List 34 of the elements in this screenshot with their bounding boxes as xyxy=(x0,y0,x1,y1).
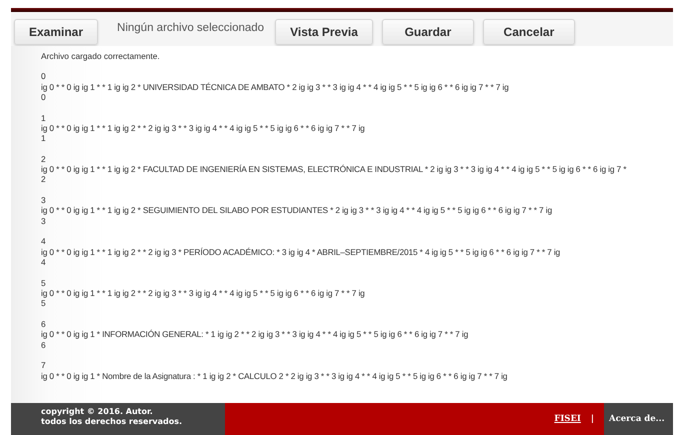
browse-button[interactable]: Examinar xyxy=(14,19,98,45)
file-status: Ningún archivo seleccionado xyxy=(116,21,266,34)
row-content: ig 0 * * 0 ig ig 1 * * 1 ig ig 2 * FACULTAD DE INGENIERÍA EN SISTEMAS, ELECTRÓNICA E INDUSTRIAL * 2 ig ig 3 * * 3 ig ig 4 * * 4 ig ig 5 * * 5 ig ig 6 * * 6 ig ig 7 * xyxy=(41,164,628,174)
row-content: ig 0 * * 0 ig ig 1 * * 1 ig ig 2 * * 2 ig ig 3 * PERÍODO ACADÉMICO: * 3 ig ig 4 * ABRIL–SEPTIEMBRE/2015 * 4 ig ig 5 * * 5 ig ig 6 * * 6 ig ig 7 * * 7 ig xyxy=(41,246,562,258)
row-number: 5 xyxy=(41,278,47,288)
toolbar-button[interactable]: Vista Previa xyxy=(275,19,373,45)
fisei-link[interactable]: FISEI xyxy=(554,414,581,424)
row-number: 1 xyxy=(41,112,47,123)
row-number: 3 xyxy=(41,195,47,206)
row-content: ig 0 * * 0 ig ig 1 * * 1 ig ig 2 * * 2 ig ig 3 * * 3 ig ig 4 * * 4 ig ig 5 * * 5 ig ig 6 * * 6 ig ig 7 * * 7 ig xyxy=(41,288,366,298)
row-content: ig 0 * * 0 ig ig 1 * * 1 ig ig 2 * UNIVERSIDAD TÉCNICA DE AMBATO * 2 ig ig 3 * * 3 ig ig 4 * * 4 ig ig 5 * * 5 ig ig 6 * * 6 ig ig 7 * * 7 ig xyxy=(41,82,510,92)
row-number: 3 xyxy=(41,216,47,226)
row-content: ig 0 * * 0 ig ig 1 * * 1 ig ig 2 * SEGUIMIENTO DEL SILABO POR ESTUDIANTES * 2 ig ig 3 * * 3 ig ig 4 * * 4 ig ig 5 * * 5 ig ig 6 * * 6 ig ig 7 * * 7 ig xyxy=(41,205,553,216)
separator-text: | xyxy=(590,414,594,424)
about-link[interactable]: Acerca de... xyxy=(604,403,673,435)
row-number: 4 xyxy=(41,257,47,268)
row-content: ig 0 * * 0 ig ig 1 * INFORMACIÓN GENERAL: * 1 ig ig 2 * * 2 ig ig 3 * * 3 ig ig 4 * * 4 ig ig 5 * * 5 ig ig 6 * * 6 ig ig 7 * * 7 ig xyxy=(41,329,470,340)
row-number: 5 xyxy=(41,298,47,309)
row-number: 6 xyxy=(41,318,47,330)
copyright-text: copyright © 2016. Autor. xyxy=(41,407,154,417)
row-number: 1 xyxy=(41,133,47,144)
toolbar-button[interactable]: Guardar xyxy=(382,19,474,45)
row-content: ig 0 * * 0 ig ig 1 * Nombre de la Asignatura : * 1 ig ig 2 * CALCULO 2 * 2 ig ig 3 * * 3 ig ig 4 * * 4 ig ig 5 * * 5 ig ig 6 * * 6 ig ig 7 * * 7 ig xyxy=(41,370,508,381)
rights-text: todos los derechos reservados. xyxy=(41,417,184,427)
row-number: 0 xyxy=(41,71,47,82)
row-number: 6 xyxy=(41,340,47,350)
row-number: 7 xyxy=(41,360,47,371)
status-message: Archivo cargado correctamente. xyxy=(41,51,161,62)
toolbar-button[interactable]: Cancelar xyxy=(482,19,575,45)
row-content: ig 0 * * 0 ig ig 1 * * 1 ig ig 2 * * 2 ig ig 3 * * 3 ig ig 4 * * 4 ig ig 5 * * 5 ig ig 6 * * 6 ig ig 7 * * 7 ig xyxy=(41,122,366,134)
row-number: 4 xyxy=(41,236,47,247)
row-number: 2 xyxy=(41,174,47,185)
row-number: 2 xyxy=(41,154,47,164)
row-number: 0 xyxy=(41,92,46,102)
